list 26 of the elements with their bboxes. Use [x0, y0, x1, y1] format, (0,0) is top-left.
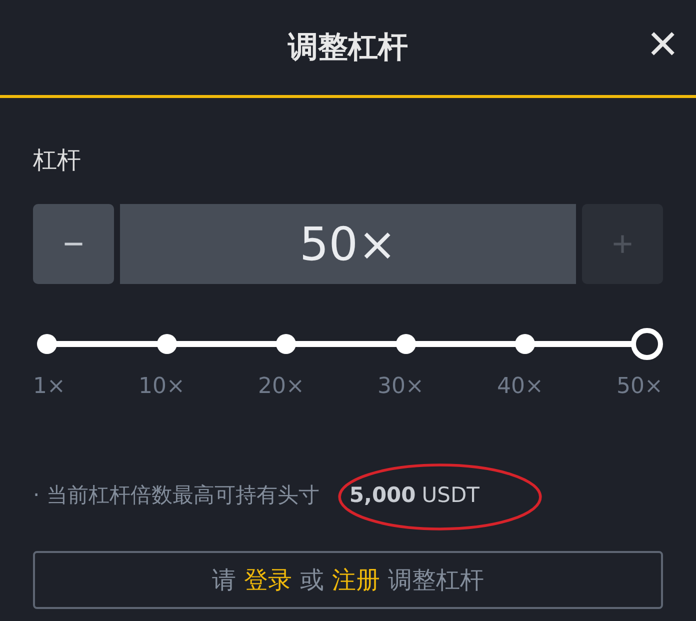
prompt-text: 或: [300, 565, 324, 596]
slider-tick-label: 50×: [616, 374, 663, 399]
position-unit: USDT: [422, 483, 480, 507]
prompt-link[interactable]: 登录: [244, 564, 292, 596]
close-button[interactable]: ×: [644, 18, 682, 70]
decrement-button[interactable]: −: [33, 204, 114, 284]
slider-dot[interactable]: [515, 334, 536, 354]
max-position-text: · 当前杠杆倍数最高可持有头寸: [33, 482, 320, 509]
slider-dot[interactable]: [156, 334, 177, 354]
slider-tick-label: 1×: [33, 374, 66, 399]
dialog-title: 调整杠杆: [288, 29, 408, 67]
login-prompt-button[interactable]: 请 登录 或 注册 调整杠杆: [33, 551, 663, 609]
leverage-field[interactable]: 50×: [120, 204, 576, 284]
leverage-label: 杠杆: [33, 145, 82, 176]
prompt-text: 请: [212, 565, 236, 596]
slider-dot[interactable]: [396, 334, 416, 354]
prompt-link[interactable]: 注册: [332, 564, 380, 596]
position-amount: 5,000: [349, 483, 416, 507]
prompt-text: 调整杠杆: [388, 565, 484, 596]
slider-dot[interactable]: [276, 334, 296, 354]
slider-handle[interactable]: [630, 328, 663, 360]
slider-dot[interactable]: [37, 334, 57, 354]
slider-tick-label: 20×: [258, 374, 304, 399]
slider-tick-label: 30×: [378, 374, 424, 399]
slider-tick-label: 10×: [138, 374, 185, 399]
slider-tick-label: 40×: [497, 374, 544, 399]
